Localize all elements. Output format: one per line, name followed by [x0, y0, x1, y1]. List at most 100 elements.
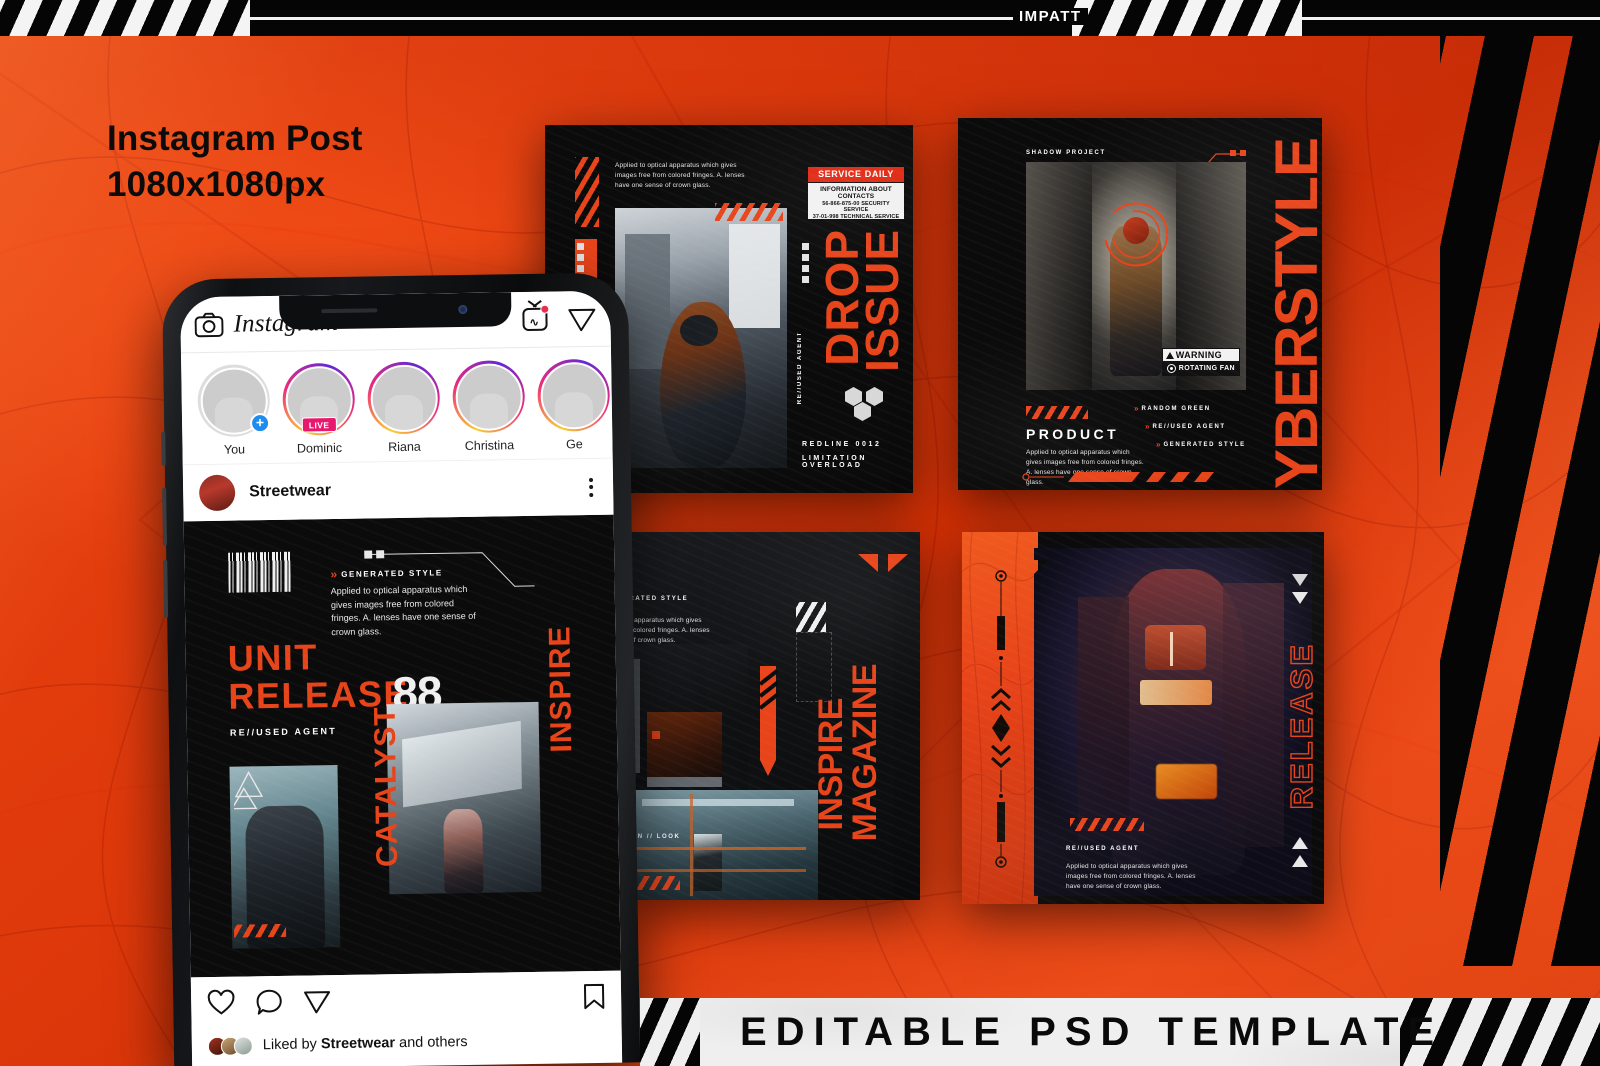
drop-photo	[615, 208, 787, 468]
cyber-marker-2	[1240, 150, 1246, 156]
barcode-graphic	[228, 551, 291, 593]
phone-button-mute[interactable]	[161, 431, 166, 466]
comment-icon[interactable]	[255, 988, 283, 1016]
post-card-cyberstyle[interactable]: SHADOW PROJECT WARNING ROTATING FAN PROD…	[958, 118, 1322, 490]
direct-message-icon[interactable]	[567, 305, 596, 332]
liked-by-avatars	[207, 1035, 254, 1056]
igtv-icon[interactable]: ∿	[522, 304, 550, 332]
post-connector-line	[364, 550, 535, 587]
magazine-body: Applied to optical apparatus which gives…	[628, 617, 710, 645]
release-triangles-bottom	[1292, 837, 1308, 882]
cyber-bullet-label: RANDOM GREEN	[1141, 405, 1211, 412]
post-photo-jacket	[229, 765, 341, 949]
story-ring	[537, 358, 611, 432]
likes-row: Liked by Streetwear and others	[191, 1018, 623, 1066]
add-story-badge[interactable]: +	[249, 413, 271, 434]
top-banner: IMPATT	[0, 0, 1600, 36]
share-icon[interactable]	[303, 987, 331, 1015]
service-info-box: SERVICE DAILY INFORMATION ABOUT CONTACTS…	[808, 167, 904, 219]
cyber-bullet-item: » RE//USED AGENT	[1145, 422, 1246, 431]
post-subtitle: RE//USED AGENT	[229, 726, 337, 738]
post-title-line1: UNIT	[227, 636, 319, 679]
post-card-inspire-magazine[interactable]: GENERATED STYLE Applied to optical appar…	[628, 532, 920, 900]
drop-footer-line2: LIMITATION OVERLOAD	[802, 455, 868, 469]
bottom-banner-title: EDITABLE PSD TEMPLATE	[740, 1009, 1444, 1054]
cyber-bottom-accent	[1022, 472, 1214, 482]
fan-icon	[1166, 364, 1176, 373]
story-item[interactable]: Ge	[537, 358, 611, 459]
story-name: Christina	[464, 438, 515, 453]
release-label: RE//USED AGENT	[1066, 846, 1140, 852]
post-more-options-icon[interactable]	[585, 475, 597, 498]
top-stripes-right	[1072, 0, 1302, 36]
cyber-bullet-item: » RANDOM GREEN	[1134, 404, 1246, 413]
chevron-right-icon: »	[1134, 404, 1139, 413]
phone-speaker	[321, 308, 378, 314]
post-vertical-inspire: INSPIRE	[543, 625, 579, 753]
drop-body-text: Applied to optical apparatus which gives…	[615, 162, 745, 190]
likes-suffix: and others	[398, 1034, 468, 1052]
bookmark-icon[interactable]	[583, 983, 605, 1011]
like-icon[interactable]	[207, 989, 235, 1017]
story-item[interactable]: Riana	[367, 361, 441, 461]
post-image[interactable]: » GENERATED STYLE Applied to optical app…	[183, 514, 621, 978]
top-stripes-left	[0, 0, 250, 36]
warning-triangle-icon	[1165, 351, 1174, 359]
story-item[interactable]: LIVE Dominic	[282, 362, 356, 463]
cyber-marker-1	[1230, 150, 1236, 156]
release-title: RELEASE	[1283, 641, 1319, 810]
avatar	[539, 361, 608, 430]
cyber-bullet-label: GENERATED STYLE	[1163, 441, 1246, 448]
phone-notch	[279, 292, 512, 330]
poster-canvas: IMPATT Instagram Post 1080x1080px Applie…	[0, 0, 1600, 1066]
stories-tray[interactable]: + You LIVE Dominic Riana Christina Ge	[180, 346, 613, 466]
chevron-right-icon: »	[1145, 422, 1150, 431]
story-item[interactable]: + You	[197, 364, 271, 464]
story-item[interactable]: Christina	[452, 360, 526, 460]
story-name: Ge	[566, 437, 583, 452]
drop-photo-hazard	[715, 203, 783, 221]
release-ornament-column	[991, 570, 1011, 868]
camera-icon[interactable]	[194, 311, 224, 337]
cyber-bullet-item: » GENERATED STYLE	[1156, 440, 1246, 449]
magazine-orange-arrow	[758, 666, 778, 776]
bottom-stripes-left	[640, 998, 700, 1066]
post-author-name[interactable]: Streetwear	[249, 482, 331, 501]
page-title-line2: 1080x1080px	[107, 165, 326, 205]
drop-side-label: RE//USED AGENT	[797, 331, 803, 405]
cyber-hazard-bars	[1026, 406, 1088, 419]
release-body: Applied to optical apparatus which gives…	[1066, 863, 1196, 891]
story-name: You	[223, 442, 246, 457]
service-daily-title: SERVICE DAILY	[808, 167, 904, 183]
avatar	[454, 362, 523, 431]
phone-screen: Instagram ∿ + You	[180, 290, 623, 1066]
page-title: Instagram Post 1080x1080px	[107, 118, 363, 206]
drop-footer-line1: REDLINE 0012	[802, 441, 882, 448]
post-author-avatar[interactable]	[198, 474, 236, 512]
service-contacts-title: INFORMATION ABOUT CONTACTS	[820, 185, 892, 200]
likes-prefix: Liked by	[262, 1036, 317, 1054]
story-name: Dominic	[296, 440, 343, 456]
post-body: Applied to optical apparatus which gives…	[330, 583, 476, 637]
post-card-release[interactable]: RE//USED AGENT Applied to optical appara…	[962, 532, 1324, 904]
post-vertical-catalyst: CATALYST	[368, 705, 405, 868]
page-title-line1: Instagram Post	[107, 119, 363, 158]
service-row-security: 56-866-875-00 SECURITY SERVICE	[822, 200, 890, 213]
live-badge: LIVE	[301, 416, 337, 433]
story-name: Riana	[388, 439, 421, 455]
service-row-technical: 37-01-998 TECHNICAL SERVICE	[812, 213, 900, 220]
warning-badge: WARNING ROTATING FAN	[1161, 348, 1240, 376]
post-photo-ceiling	[386, 701, 542, 895]
drop-hazard-bars	[575, 157, 599, 227]
warning-label: WARNING	[1175, 350, 1223, 360]
brand-name: IMPATT	[1013, 8, 1088, 25]
cyber-product-title: PRODUCT	[1026, 426, 1120, 442]
release-triangles-top	[1292, 574, 1308, 619]
magazine-title-line2: MAGAZINE	[846, 664, 884, 842]
magazine-triangles	[858, 554, 908, 572]
cyber-bullet-label: RE//USED AGENT	[1152, 423, 1226, 430]
top-rule-right	[1290, 17, 1600, 20]
cyber-kicker: SHADOW PROJECT	[1026, 150, 1106, 156]
phone-front-camera	[458, 304, 468, 315]
likes-name[interactable]: Streetwear	[321, 1035, 395, 1052]
